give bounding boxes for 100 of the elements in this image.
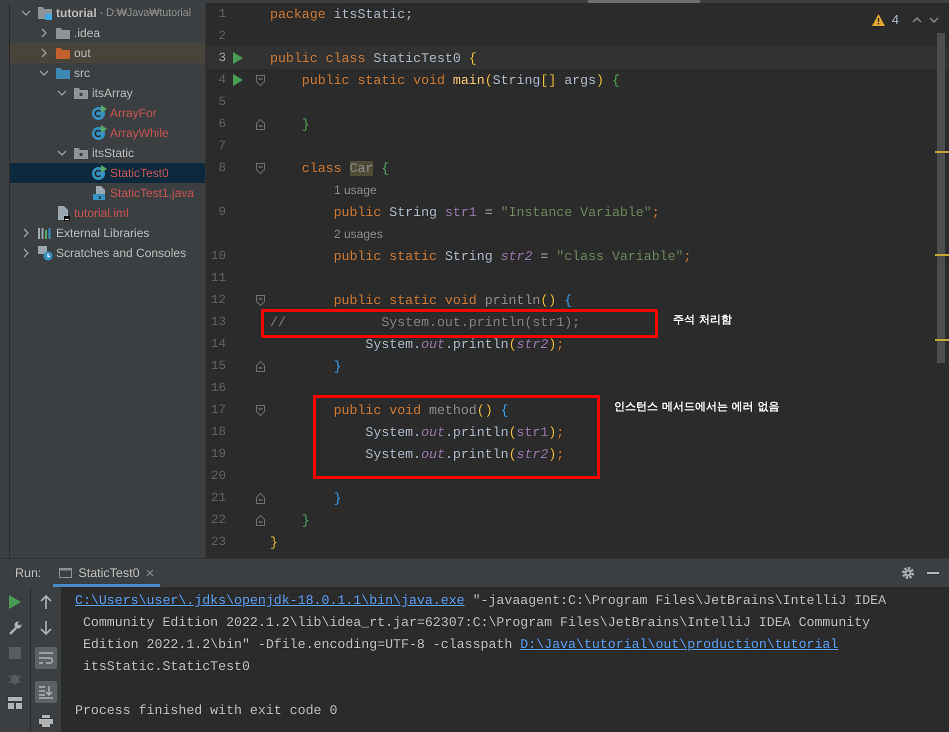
fold-icon[interactable] bbox=[256, 360, 264, 372]
usage-hint[interactable]: 1 usage bbox=[270, 183, 377, 197]
file-icon bbox=[55, 205, 71, 221]
tree-item[interactable]: out bbox=[10, 43, 205, 63]
wrench-icon[interactable] bbox=[8, 621, 22, 635]
warning-marker[interactable] bbox=[935, 254, 949, 256]
warning-icon[interactable] bbox=[872, 14, 885, 26]
line-number: 14 bbox=[210, 337, 226, 351]
folder-icon bbox=[55, 45, 71, 61]
warning-marker[interactable] bbox=[935, 151, 949, 153]
fold-icon[interactable] bbox=[256, 492, 264, 504]
class-icon bbox=[91, 125, 107, 141]
code-line: public class StaticTest0 { bbox=[270, 50, 477, 66]
up-arrow-icon[interactable] bbox=[40, 595, 52, 609]
package-icon bbox=[73, 145, 89, 161]
fold-icon[interactable] bbox=[256, 118, 264, 130]
console-line: itsStatic.StaticTest0 bbox=[82, 658, 251, 676]
package-icon bbox=[73, 85, 89, 101]
line-number: 5 bbox=[217, 95, 226, 109]
line-number: 6 bbox=[217, 117, 226, 131]
scrollbar[interactable] bbox=[937, 33, 945, 363]
line-number: 13 bbox=[210, 315, 226, 329]
code-line: System.out.println(str2); bbox=[364, 446, 564, 462]
file-icon bbox=[91, 185, 107, 201]
run-icon[interactable] bbox=[233, 74, 243, 86]
console-icon bbox=[59, 567, 72, 579]
wrap-icon bbox=[39, 652, 53, 664]
tree-item[interactable]: tutorial - D:₩Java₩tutorial bbox=[10, 3, 205, 23]
line-number: 20 bbox=[210, 469, 226, 483]
scratches-icon bbox=[37, 245, 53, 261]
run-tab[interactable]: StaticTest0 bbox=[53, 559, 160, 587]
line-number: 4 bbox=[217, 73, 226, 87]
soft-wrap-button[interactable] bbox=[35, 647, 57, 669]
fold-icon[interactable] bbox=[256, 404, 264, 416]
print-icon[interactable] bbox=[39, 715, 53, 727]
layout-icon[interactable] bbox=[8, 697, 22, 709]
tree-item[interactable]: .idea bbox=[10, 23, 205, 43]
scroll-to-end-button[interactable] bbox=[35, 681, 57, 703]
line-number: 12 bbox=[210, 293, 226, 307]
class-icon bbox=[91, 165, 107, 181]
line-number: 22 bbox=[210, 513, 226, 527]
line-number: 7 bbox=[217, 139, 226, 153]
line-number: 2 bbox=[217, 29, 226, 43]
close-icon[interactable] bbox=[146, 569, 154, 577]
annotation-text: 인스턴스 메서드에서는 에러 없음 bbox=[614, 399, 780, 414]
line-number: 17 bbox=[210, 403, 226, 417]
down-arrow-icon[interactable] bbox=[40, 621, 52, 635]
line-number: 18 bbox=[210, 425, 226, 439]
tree-item[interactable]: src bbox=[10, 63, 205, 83]
run-icon[interactable] bbox=[9, 595, 21, 609]
code-line: public static void main(String[] args) { bbox=[300, 72, 620, 88]
annotation-text: 주석 처리함 bbox=[673, 312, 732, 327]
line-number: 19 bbox=[210, 447, 226, 461]
fold-icon[interactable] bbox=[256, 162, 264, 174]
console-line: Community Edition 2022.1.2\lib\idea_rt.jar=62307:C:\Program Files\JetBrains\IntelliJ IDEA Community bbox=[82, 614, 872, 632]
code-line: } bbox=[300, 116, 310, 132]
scroll-to-end-icon bbox=[39, 686, 53, 698]
tree-item[interactable]: itsStatic bbox=[10, 143, 205, 163]
line-number: 11 bbox=[210, 271, 226, 285]
code-line: System.out.println(str2); bbox=[364, 336, 564, 352]
run-icon[interactable] bbox=[233, 52, 243, 64]
module-folder-icon bbox=[37, 5, 53, 21]
line-number: 3 bbox=[217, 51, 226, 65]
run-label: Run: bbox=[15, 566, 42, 580]
fold-icon[interactable] bbox=[256, 294, 264, 306]
code-line: class Car { bbox=[300, 160, 390, 176]
code-line: public static String str2 = "class Variable"; bbox=[332, 248, 692, 264]
tree-item[interactable]: itsArray bbox=[10, 83, 205, 103]
tree-item[interactable]: Scratches and Consoles bbox=[10, 243, 205, 263]
folder-icon bbox=[55, 25, 71, 41]
line-number: 9 bbox=[217, 205, 226, 219]
line-number: 16 bbox=[210, 381, 226, 395]
settings-icon[interactable] bbox=[901, 566, 915, 580]
code-line: } bbox=[332, 490, 342, 506]
line-number: 23 bbox=[210, 535, 226, 549]
folder-icon bbox=[55, 65, 71, 81]
code-line: public String str1 = "Instance Variable"; bbox=[332, 204, 660, 220]
code-line: } bbox=[332, 358, 342, 374]
exit-message: Process finished with exit code 0 bbox=[75, 702, 338, 720]
line-number: 10 bbox=[210, 249, 226, 263]
class-icon bbox=[91, 105, 107, 121]
tree-item[interactable]: External Libraries bbox=[10, 223, 205, 243]
line-number: 15 bbox=[210, 359, 226, 373]
usage-hint[interactable]: 2 usages bbox=[270, 227, 383, 241]
line-number: 8 bbox=[217, 161, 226, 175]
code-line: public static void println() { bbox=[332, 292, 572, 308]
warning-marker[interactable] bbox=[935, 339, 949, 341]
code-line: } bbox=[300, 512, 310, 528]
console-line: C:\Users\user\.jdks\openjdk-18.0.1.1\bin\java.exe "-javaagent:C:\Program Files\JetBrains\IntelliJ IDEA bbox=[75, 592, 886, 610]
tree-item[interactable]: StaticTest0 bbox=[10, 163, 205, 183]
console-line: Edition 2022.1.2\bin" -Dfile.encoding=UTF-8 -classpath D:\Java\tutorial\out\production\tutorial bbox=[82, 636, 840, 654]
line-number: 21 bbox=[210, 491, 226, 505]
line-number: 1 bbox=[217, 7, 226, 21]
path-hint: - D:₩Java₩tutorial bbox=[100, 7, 191, 19]
code-line: System.out.println(str1); bbox=[364, 424, 564, 440]
code-line: public void method() { bbox=[332, 402, 509, 418]
fold-icon[interactable] bbox=[256, 74, 264, 86]
fold-icon[interactable] bbox=[256, 514, 264, 526]
code-line: package itsStatic; bbox=[270, 6, 414, 22]
warning-count: 4 bbox=[892, 12, 899, 27]
